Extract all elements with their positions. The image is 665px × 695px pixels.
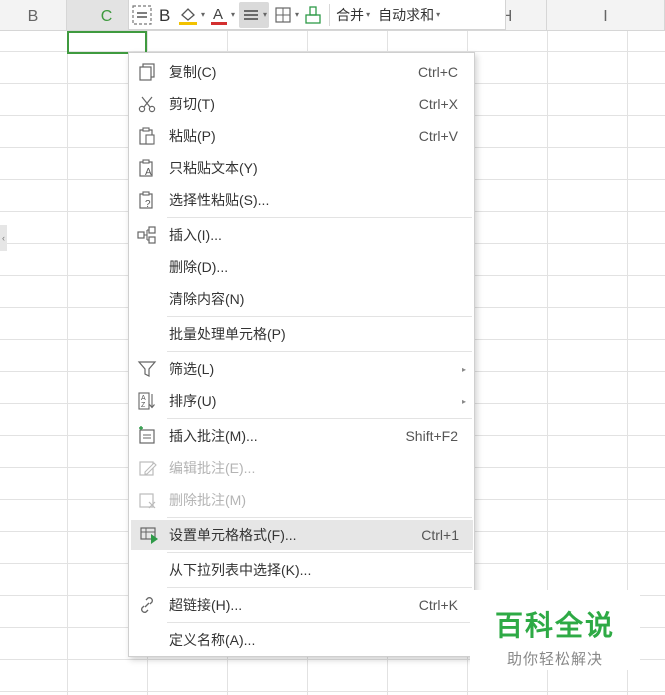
- menu-item-label: 插入批注(M)...: [169, 428, 258, 444]
- submenu-arrow-icon: ▸: [461, 364, 466, 374]
- menu-item-hyperlink[interactable]: 超链接(H)... Ctrl+K: [129, 590, 474, 620]
- autosum-button[interactable]: 自动求和 ▾: [378, 2, 440, 28]
- bold-icon[interactable]: B: [157, 2, 173, 28]
- menu-item-label: 设置单元格格式(F)...: [169, 527, 297, 543]
- edit-comment-icon: [139, 461, 157, 476]
- svg-text:A: A: [213, 6, 223, 23]
- align-icon[interactable]: ▾: [239, 1, 270, 28]
- align-caret-icon[interactable]: ▾: [263, 10, 267, 19]
- border-icon[interactable]: ▾: [273, 2, 299, 28]
- insert-icon: [137, 226, 156, 244]
- svg-text:B: B: [159, 6, 170, 25]
- menu-item-label: 删除批注(M): [169, 492, 246, 508]
- menu-item-sort[interactable]: AZ 排序(U) ▸: [129, 386, 474, 416]
- watermark-title: 百科全说: [494, 609, 615, 642]
- merge-label: 合并: [336, 6, 365, 23]
- menu-item-format-cells[interactable]: 设置单元格格式(F)... Ctrl+1: [131, 520, 473, 550]
- link-icon: [141, 597, 153, 613]
- svg-text:A: A: [145, 167, 152, 178]
- menu-item-insert[interactable]: 插入(I)...: [129, 220, 474, 250]
- menu-item-label: 只粘贴文本(Y): [169, 160, 258, 176]
- menu-item-label: 批量处理单元格(P): [169, 326, 286, 342]
- watermark-logo: 百科全说 助你轻松解决: [470, 590, 640, 670]
- paste-icon: [139, 127, 155, 145]
- menu-item-label: 定义名称(A)...: [169, 632, 256, 648]
- toolbar-separator: [329, 3, 331, 26]
- shortcut-label: Ctrl+1: [421, 527, 459, 543]
- delete-comment-icon: [139, 493, 156, 509]
- menu-divider: [167, 622, 472, 623]
- menu-item-label: 剪切(T): [169, 96, 215, 112]
- svg-text:A: A: [141, 395, 146, 402]
- paste-text-icon: A: [139, 159, 153, 178]
- merge-button[interactable]: 合并 ▾: [336, 2, 370, 28]
- row-scroll-marker: ‹: [0, 225, 7, 251]
- menu-item-label: 复制(C): [169, 64, 217, 80]
- insert-comment-icon: [139, 426, 155, 444]
- menu-item-label: 排序(U): [169, 393, 217, 409]
- menu-divider: [167, 552, 472, 553]
- autosum-label: 自动求和: [378, 6, 435, 23]
- merge-caret-icon[interactable]: ▾: [366, 10, 370, 19]
- menu-item-edit-comment: 编辑批注(E)...: [129, 453, 474, 483]
- submenu-arrow-icon: ▸: [461, 396, 466, 406]
- menu-item-paste-text[interactable]: A 只粘贴文本(Y): [129, 153, 474, 183]
- menu-item-paste-special[interactable]: ? 选择性粘贴(S)...: [129, 185, 474, 215]
- menu-item-pick-list[interactable]: 从下拉列表中选择(K)...: [129, 555, 474, 585]
- menu-item-copy[interactable]: 复制(C) Ctrl+C: [129, 57, 474, 87]
- shortcut-label: Shift+F2: [405, 428, 458, 444]
- shortcut-label: Ctrl+C: [417, 64, 458, 80]
- shortcut-label: Ctrl+K: [418, 597, 458, 613]
- filter-icon: [137, 361, 157, 377]
- menu-item-label: 超链接(H)...: [169, 597, 243, 613]
- border-caret-icon[interactable]: ▾: [295, 10, 299, 19]
- menu-item-paste[interactable]: 粘贴(P) Ctrl+V: [129, 121, 474, 151]
- menu-item-label: 从下拉列表中选择(K)...: [169, 562, 312, 578]
- menu-item-label: 删除(D)...: [169, 259, 229, 275]
- menu-item-insert-comment[interactable]: 插入批注(M)... Shift+F2: [129, 421, 474, 451]
- sort-icon: AZ: [138, 392, 155, 410]
- shortcut-label: Ctrl+X: [418, 96, 458, 112]
- font-color-caret-icon[interactable]: ▾: [231, 10, 235, 19]
- watermark-subtitle: 助你轻松解决: [506, 650, 603, 668]
- context-menu: 复制(C) Ctrl+C 剪切(T) Ctrl+X 粘贴(P) Ctrl+V A…: [128, 52, 475, 657]
- copy-icon: [139, 63, 155, 81]
- menu-item-label: 插入(I)...: [169, 227, 222, 243]
- menu-item-label: 清除内容(N): [169, 291, 245, 307]
- menu-item-cut[interactable]: 剪切(T) Ctrl+X: [129, 89, 474, 119]
- column-header-b[interactable]: B: [0, 0, 67, 31]
- menu-divider: [167, 587, 472, 588]
- scissors-icon: [138, 96, 156, 113]
- selected-cell[interactable]: [67, 31, 147, 54]
- menu-item-delete-comment: 删除批注(M): [129, 485, 474, 515]
- column-header-i[interactable]: I: [547, 0, 665, 31]
- fill-color-caret-icon[interactable]: ▾: [201, 10, 205, 19]
- menu-item-label: 编辑批注(E)...: [169, 460, 256, 476]
- menu-item-define-name[interactable]: 定义名称(A)...: [129, 625, 474, 655]
- menu-divider: [167, 351, 472, 352]
- format-painter-icon[interactable]: [303, 2, 323, 28]
- menu-item-label: 粘贴(P): [169, 128, 216, 144]
- menu-item-batch[interactable]: 批量处理单元格(P): [129, 319, 474, 349]
- menu-divider: [167, 517, 472, 518]
- paste-special-icon: ?: [139, 191, 153, 210]
- menu-divider: [167, 217, 472, 218]
- menu-item-label: 选择性粘贴(S)...: [169, 192, 270, 208]
- fill-color-icon[interactable]: ▾: [177, 2, 205, 28]
- merge-center-icon[interactable]: [131, 2, 153, 28]
- autosum-caret-icon[interactable]: ▾: [436, 10, 440, 19]
- shortcut-label: Ctrl+V: [418, 128, 458, 144]
- mini-toolbar: B ▾ A ▾ ▾ ▾ 合并 ▾ 自动求和 ▾: [128, 0, 506, 30]
- menu-item-label: 筛选(L): [169, 361, 215, 377]
- svg-text:?: ?: [145, 199, 151, 210]
- menu-divider: [167, 316, 472, 317]
- menu-item-delete[interactable]: 删除(D)...: [129, 252, 474, 282]
- svg-text:Z: Z: [141, 402, 146, 409]
- menu-item-filter[interactable]: 筛选(L) ▸: [129, 354, 474, 384]
- menu-divider: [167, 418, 472, 419]
- font-color-icon[interactable]: A ▾: [209, 2, 235, 28]
- menu-item-clear[interactable]: 清除内容(N): [129, 284, 474, 314]
- format-cells-icon: [140, 527, 158, 544]
